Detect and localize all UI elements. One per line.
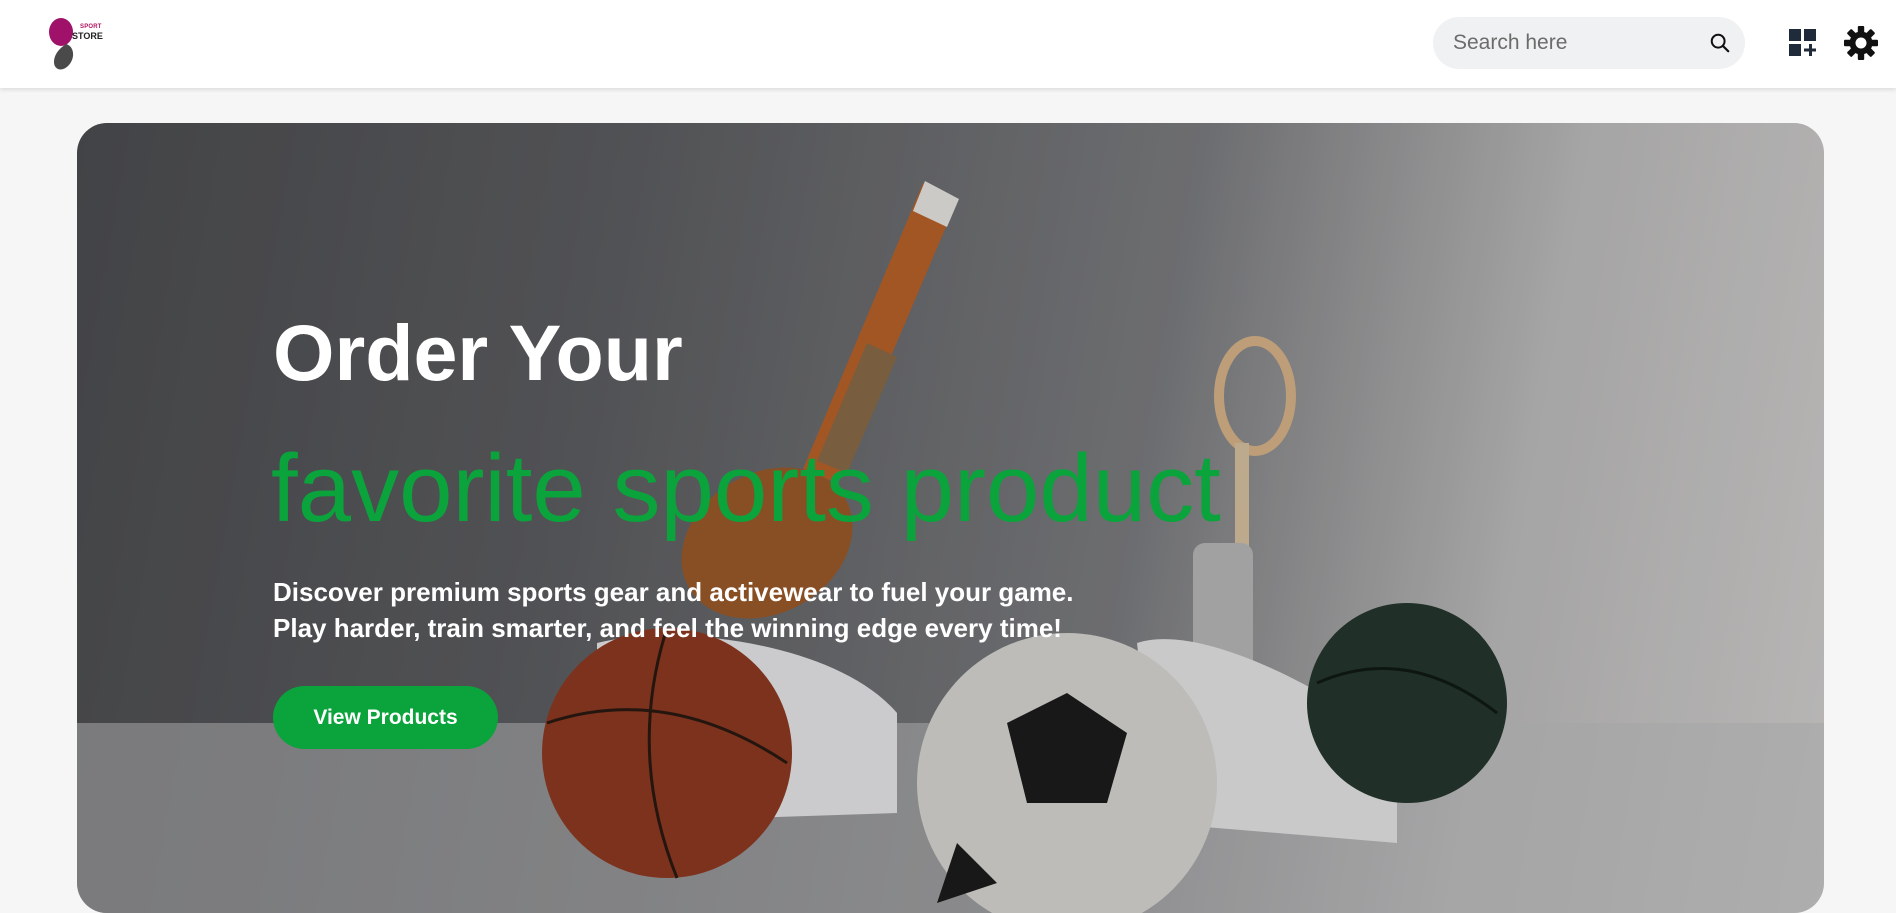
logo-text-store: STORE: [72, 31, 103, 41]
logo-text-sport: SPORT: [80, 24, 102, 30]
hero-subtitle: favorite sports product: [271, 435, 1221, 542]
brand-logo[interactable]: SPORT STORE: [46, 16, 108, 74]
gear-icon[interactable]: [1843, 25, 1879, 61]
view-products-button[interactable]: View Products: [273, 686, 498, 749]
search-icon[interactable]: [1709, 32, 1731, 54]
search-input[interactable]: [1453, 17, 1693, 69]
search-box: [1433, 17, 1745, 69]
grid-add-icon[interactable]: [1789, 29, 1817, 57]
hero-description-line: Play harder, train smarter, and feel the…: [273, 613, 1062, 643]
hero-banner: Order Your favorite sports product Disco…: [77, 123, 1824, 913]
hero-title: Order Your: [273, 308, 683, 397]
hero-description-line: Discover premium sports gear and activew…: [273, 577, 1074, 607]
hero-description: Discover premium sports gear and activew…: [273, 574, 1173, 646]
top-navbar: SPORT STORE: [0, 0, 1896, 88]
